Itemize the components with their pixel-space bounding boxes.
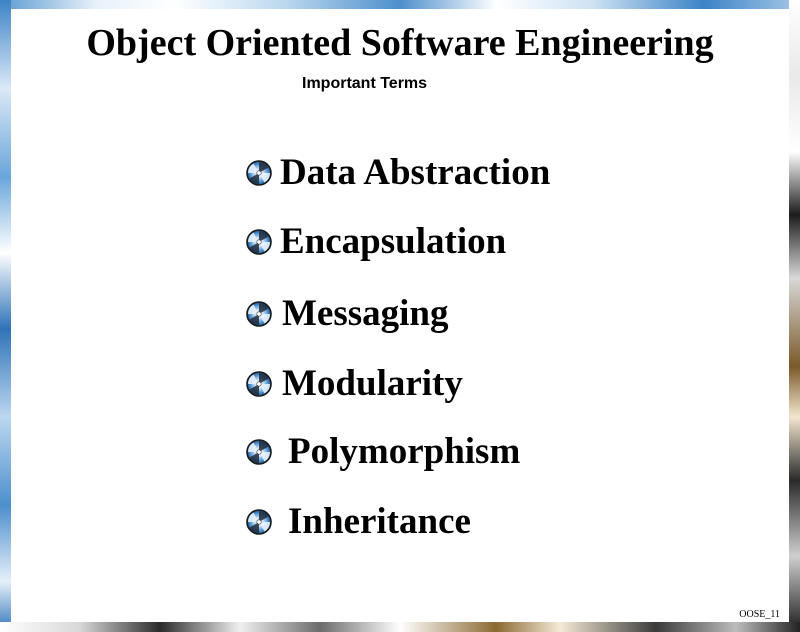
frame-top-border [0, 0, 800, 9]
term-label: Encapsulation [280, 221, 507, 262]
slide: Object Oriented Software Engineering Imp… [0, 0, 800, 632]
slide-title: Object Oriented Software Engineering [86, 22, 714, 64]
term-item-polymorphism: Polymorphism [246, 432, 520, 472]
frame-left-border [0, 0, 11, 632]
slide-footer-id: OOSE_11 [739, 609, 780, 620]
bullet-disc-icon [246, 371, 272, 397]
term-label: Messaging [282, 293, 449, 334]
frame-right-border [789, 0, 800, 632]
bullet-disc-icon [246, 229, 272, 255]
term-label: Modularity [282, 363, 463, 404]
term-item-modularity: Modularity [246, 364, 463, 404]
slide-subtitle: Important Terms [302, 75, 428, 92]
bullet-disc-icon [246, 509, 272, 535]
bullet-disc-icon [246, 439, 272, 465]
term-item-data-abstraction: Data Abstraction [246, 153, 550, 193]
bullet-disc-icon [246, 301, 272, 327]
term-label: Data Abstraction [280, 152, 551, 193]
term-label: Inheritance [288, 501, 471, 542]
term-item-inheritance: Inheritance [246, 502, 471, 542]
term-label: Polymorphism [288, 431, 521, 472]
term-item-encapsulation: Encapsulation [246, 222, 506, 262]
term-item-messaging: Messaging [246, 294, 449, 334]
bullet-disc-icon [246, 160, 272, 186]
frame-bottom-border [0, 622, 800, 632]
